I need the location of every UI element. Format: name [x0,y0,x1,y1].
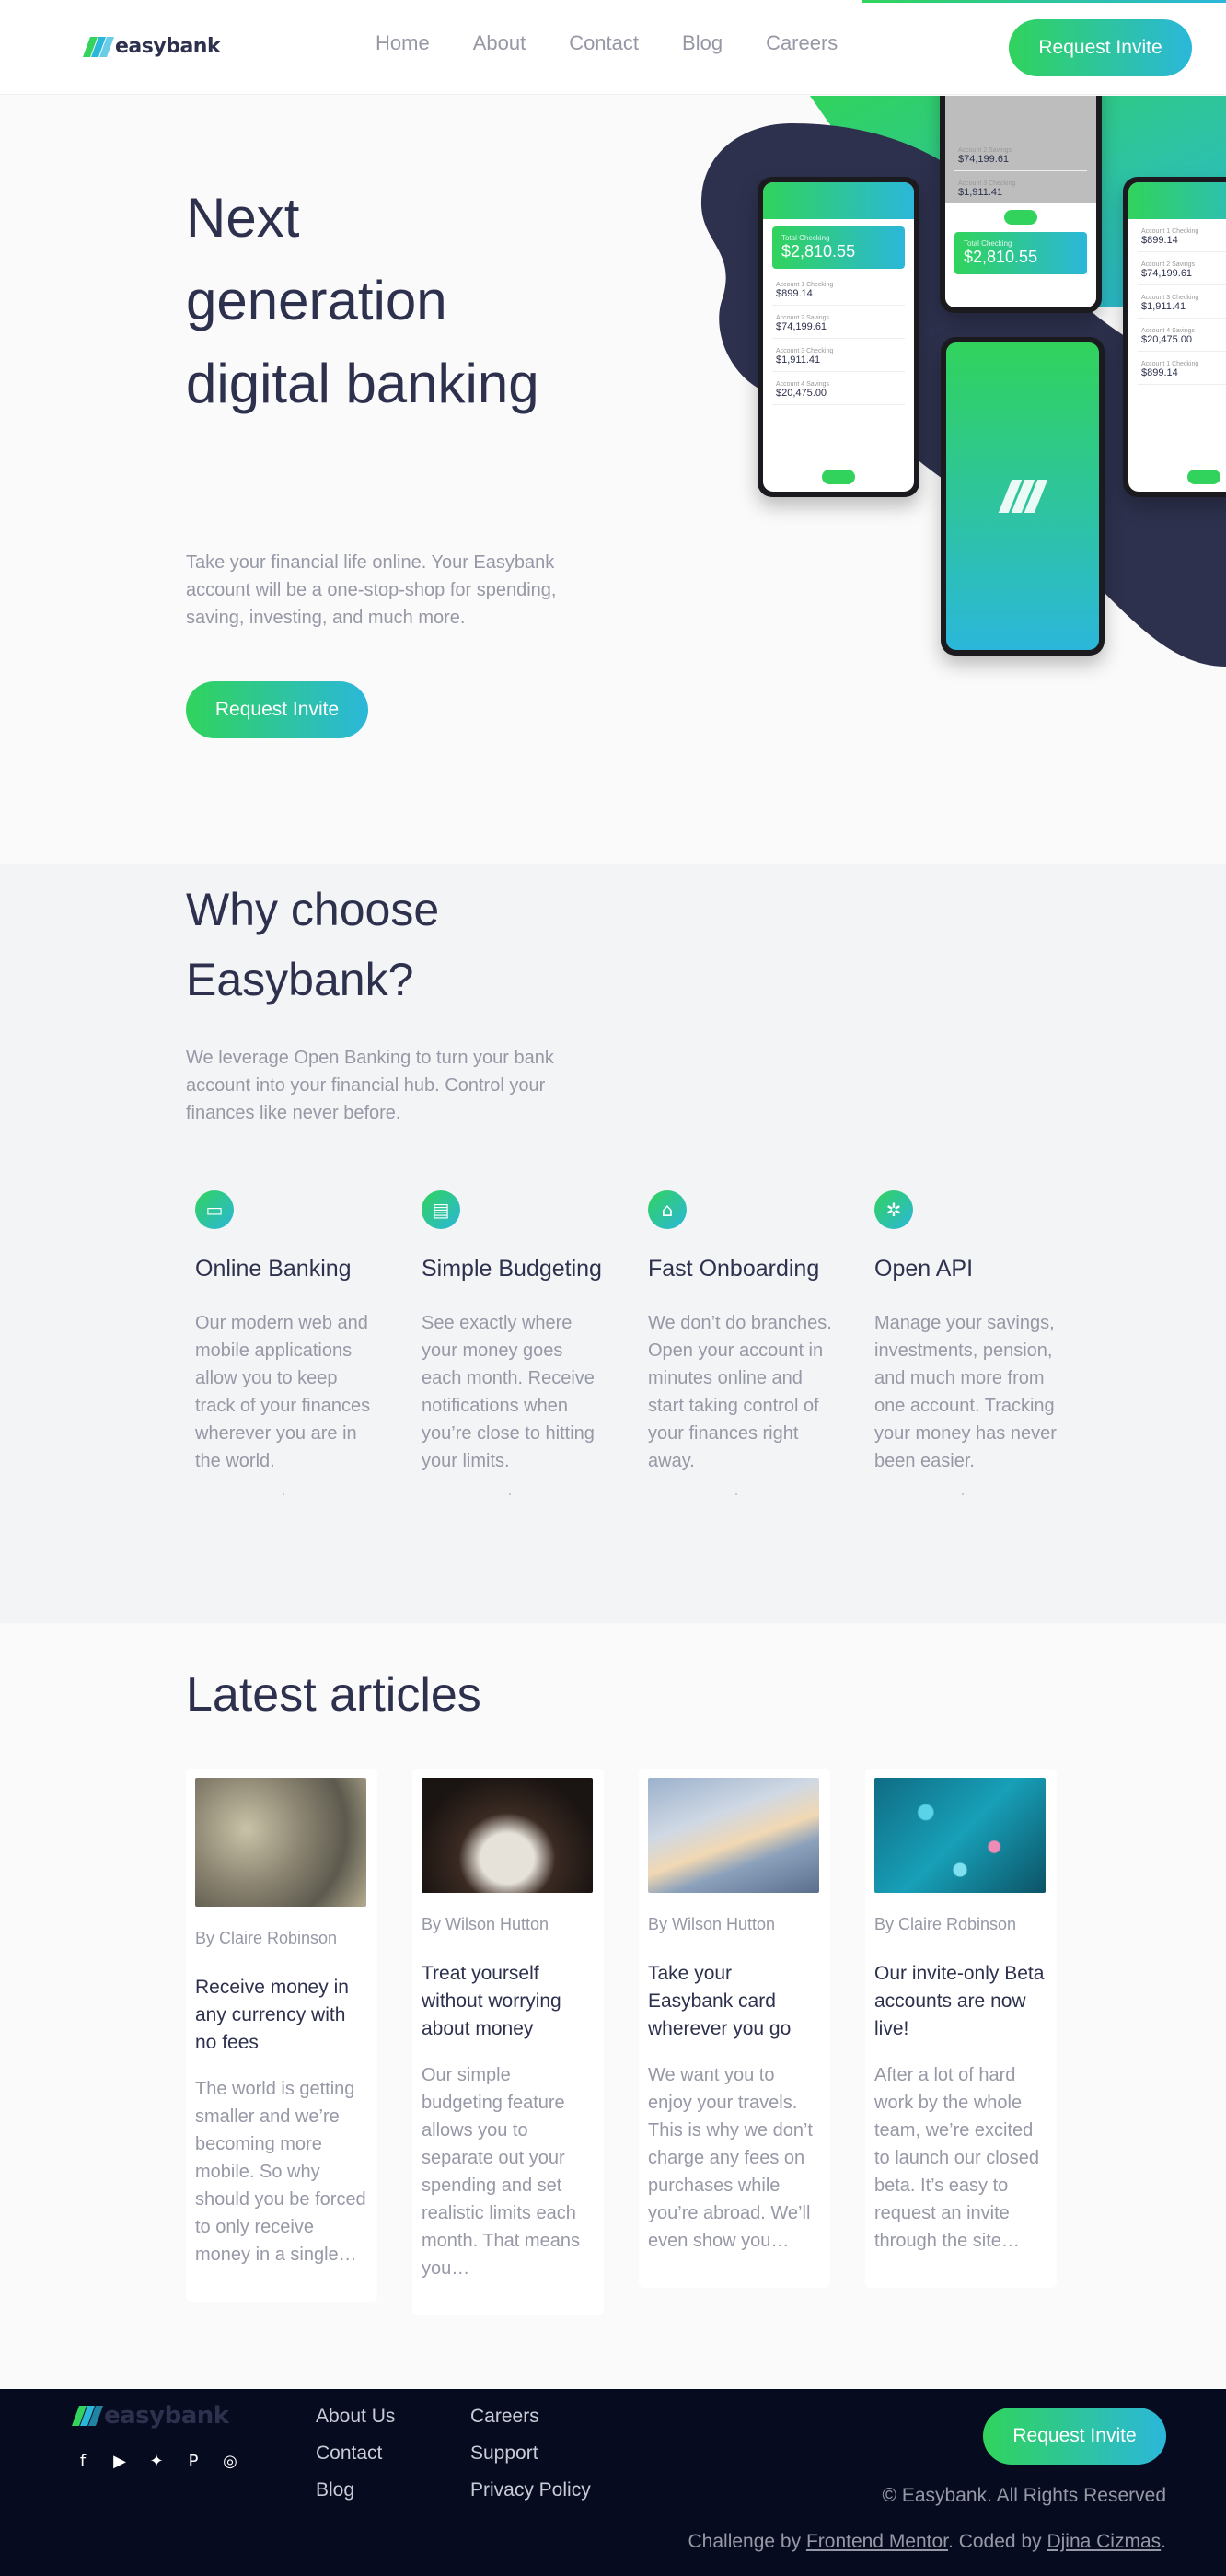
footer-link-support[interactable]: Support [470,2443,591,2466]
article-author: By Wilson Hutton [422,1915,549,1933]
feature-text: Manage your savings, investments, pensio… [874,1313,1057,1471]
phone-mockup-left: Total Checking $2,810.55 Account 1 Checki… [758,177,920,497]
article-title[interactable]: Receive money in any currency with no fe… [195,1974,368,2057]
youtube-icon[interactable]: ▶ [110,2451,130,2471]
copyright: © Easybank. All Rights Reserved [882,2485,1166,2506]
onboarding-icon: ⌂ [648,1190,687,1229]
pinterest-icon[interactable]: P [183,2451,203,2471]
footer-link-blog[interactable]: Blog [316,2479,395,2503]
api-icon: ✲ [874,1190,913,1229]
feature-simple-budgeting: ▤ Simple Budgeting See exactly where you… [422,1190,606,1495]
article-card[interactable]: By Claire Robinson Our invite-only Beta … [865,1769,1057,2288]
article-image-currency [195,1778,366,1907]
feature-text: Our modern web and mobile applications a… [195,1313,371,1471]
article-excerpt: We want you to enjoy your travels. This … [648,2065,813,2251]
hero-text: Take your financial life online. Your Ea… [186,552,557,628]
article-image-plane [648,1778,819,1893]
footer-link-about[interactable]: About Us [316,2406,395,2430]
article-author: By Wilson Hutton [648,1915,776,1933]
article-author: By Claire Robinson [874,1915,1017,1933]
phone-mockup-top: Account 2 Savings $74,199.61 Account 3 Ch… [940,96,1102,313]
article-excerpt: After a lot of hard work by the whole te… [874,2065,1040,2251]
footer-request-invite-button[interactable]: Request Invite [983,2408,1166,2465]
article-excerpt: The world is getting smaller and we’re b… [195,2079,366,2265]
why-section: Why choose Easybank? We leverage Open Ba… [0,864,1226,1623]
article-image-confetti [874,1778,1046,1893]
logo-mark-icon [998,480,1048,513]
attribution: Challenge by Frontend Mentor. Coded by D… [688,2531,1167,2552]
footer-logo-text: easybank [104,2402,229,2430]
hero-title: Next generation digital banking [186,187,539,414]
phone-mockup-right: Account 1 Checking $899.14 Account 2 Savi… [1123,177,1226,497]
footer-links-col-1: About Us Contact Blog [316,2406,395,2503]
hero-section: Total Checking $2,810.55 Account 1 Checki… [0,96,1226,864]
article-excerpt: Our simple budgeting feature allows you … [422,2065,580,2279]
online-banking-icon: ▭ [195,1190,234,1229]
hero-request-invite-button[interactable]: Request Invite [186,681,368,738]
nav-home[interactable]: Home [376,31,430,55]
logo-mark-icon [71,2406,104,2426]
article-title[interactable]: Our invite-only Beta accounts are now li… [874,1960,1047,2043]
phone-mockup-center [941,337,1105,656]
why-text: We leverage Open Banking to turn your ba… [186,1048,554,1123]
main-nav: Home About Contact Blog Careers [376,31,838,55]
feature-title: Simple Budgeting [422,1256,602,1282]
feature-title: Open API [874,1256,974,1282]
articles-title: Latest articles [186,1668,481,1722]
footer-link-contact[interactable]: Contact [316,2443,395,2466]
nav-about[interactable]: About [473,31,526,55]
nav-careers[interactable]: Careers [766,31,838,55]
article-image-restaurant [422,1778,593,1893]
logo[interactable]: easybank [82,35,221,58]
nav-blog[interactable]: Blog [682,31,723,55]
article-title[interactable]: Treat yourself without worrying about mo… [422,1960,595,2043]
request-invite-button[interactable]: Request Invite [1009,19,1192,76]
footer-logo[interactable]: easybank [71,2402,229,2430]
nav-contact[interactable]: Contact [569,31,639,55]
footer-link-privacy[interactable]: Privacy Policy [470,2479,591,2503]
site-footer: easybank f ▶ ✦ P ◎ About Us Contact Blog… [0,2389,1226,2576]
feature-online-banking: ▭ Online Banking Our modern web and mobi… [195,1190,379,1495]
facebook-icon[interactable]: f [73,2451,93,2471]
article-card[interactable]: By Claire Robinson Receive money in any … [186,1769,377,2302]
social-links: f ▶ ✦ P ◎ [73,2451,240,2471]
author-link[interactable]: Djina Cizmas [1047,2531,1161,2552]
article-card[interactable]: By Wilson Hutton Take your Easybank card… [639,1769,830,2288]
feature-title: Fast Onboarding [648,1256,820,1282]
site-header: easybank Home About Contact Blog Careers… [0,0,1226,95]
article-author: By Claire Robinson [195,1929,338,1947]
why-title: Why choose Easybank? [186,884,440,1005]
footer-link-careers[interactable]: Careers [470,2406,591,2430]
frontend-mentor-link[interactable]: Frontend Mentor [806,2531,948,2552]
logo-mark-icon [82,36,115,57]
twitter-icon[interactable]: ✦ [146,2451,167,2471]
articles-section: Latest articles By Claire Robinson Recei… [0,1623,1226,2389]
header-accent-line [862,0,1226,3]
feature-title: Online Banking [195,1256,352,1282]
article-card[interactable]: By Wilson Hutton Treat yourself without … [412,1769,604,2315]
footer-links-col-2: Careers Support Privacy Policy [470,2406,591,2503]
logo-text: easybank [115,35,221,58]
budgeting-icon: ▤ [422,1190,460,1229]
feature-text: See exactly where your money goes each m… [422,1313,595,1471]
instagram-icon[interactable]: ◎ [220,2451,240,2471]
feature-text: We don’t do branches. Open your account … [648,1313,832,1471]
feature-fast-onboarding: ⌂ Fast Onboarding We don’t do branches. … [648,1190,832,1495]
article-title[interactable]: Take your Easybank card wherever you go [648,1960,821,2043]
feature-open-api: ✲ Open API Manage your savings, investme… [874,1190,1058,1495]
